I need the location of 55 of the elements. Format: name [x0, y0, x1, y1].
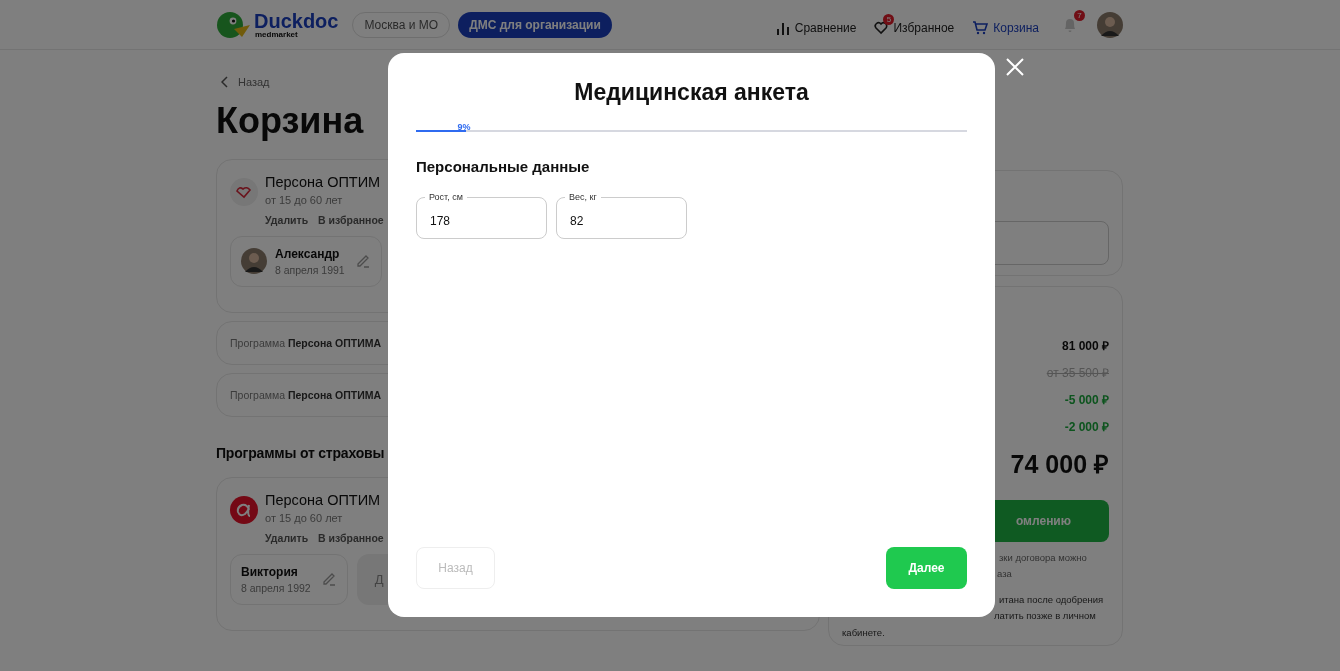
duck-logo-icon	[216, 10, 250, 39]
price-value: 81 000 ₽	[1061, 338, 1109, 355]
logo-subtitle: medmarket	[255, 30, 299, 39]
note-text: аза	[997, 567, 1012, 582]
heart-icon	[874, 20, 889, 35]
bell-icon[interactable]	[1063, 16, 1077, 33]
badge: 7	[1074, 9, 1085, 21]
note-text: кабинете.	[842, 625, 885, 640]
birth-date: 8 апреля 1991	[275, 263, 345, 276]
pencil-icon[interactable]	[320, 571, 337, 588]
logo-name: Duckdoc	[254, 10, 339, 31]
birth-date: 8 апреля 1992	[241, 581, 311, 594]
avatar-icon	[241, 248, 267, 275]
corporate-button[interactable]: ДМС для организации	[458, 11, 612, 38]
avatar-icon[interactable]	[1097, 11, 1123, 38]
section-title: Персональные данные	[416, 158, 590, 175]
product-title: Персона ОПТИМ	[265, 173, 382, 190]
price-value: -5 000 ₽	[1064, 392, 1109, 409]
age-range: от 15 до 60 лет	[265, 511, 344, 524]
insured-person-card[interactable]: Виктория 8 апреля 1992	[230, 553, 348, 605]
section-title: Программы от страховы	[216, 444, 385, 461]
person-name: Александр	[275, 246, 341, 261]
action-link[interactable]: В избранное	[318, 213, 384, 226]
action-link[interactable]: Удалить	[265, 213, 309, 226]
chevron-left-icon	[221, 76, 229, 88]
note-text: латить позже в личном	[994, 609, 1096, 624]
pencil-icon[interactable]	[354, 253, 371, 270]
heart-logo-icon	[230, 177, 258, 206]
cart-icon	[972, 20, 989, 35]
note-text: итана после одобрения	[999, 593, 1104, 608]
total-price: 74 000 ₽	[1010, 449, 1109, 480]
next-button[interactable]: Далее	[886, 547, 967, 589]
badge: 5	[883, 13, 895, 25]
nav-link[interactable]: Корзина	[972, 12, 1039, 37]
program-text: Программа Персона ОПТИМА	[230, 336, 382, 349]
person-name: Виктория	[241, 564, 299, 579]
region-button[interactable]: Москва и МО	[352, 11, 451, 38]
bar-chart-icon	[775, 20, 790, 35]
page-title: Корзина	[216, 101, 364, 141]
product-title: Персона ОПТИМ	[265, 491, 382, 508]
age-range: от 15 до 60 лет	[265, 193, 344, 206]
field-label: Вес, кг	[565, 191, 601, 203]
program-text: Программа Персона ОПТИМА	[230, 388, 382, 401]
action-link[interactable]: В избранное	[318, 531, 384, 544]
nav-link[interactable]: Сравнение	[775, 12, 857, 37]
insured-person-card[interactable]: Александр 8 апреля 1991	[230, 235, 382, 287]
price-value: -2 000 ₽	[1064, 419, 1109, 436]
field-label: Рост, см	[425, 191, 467, 203]
progress-label: 9%	[457, 122, 471, 132]
dialog-title: Медицинская анкета	[574, 79, 809, 106]
close-icon[interactable]	[1006, 58, 1024, 76]
back-link[interactable]: Назад	[221, 76, 270, 88]
note-text: зки договора можно	[999, 551, 1087, 565]
alpha-logo-icon	[230, 495, 258, 524]
action-link[interactable]: Удалить	[265, 531, 309, 544]
